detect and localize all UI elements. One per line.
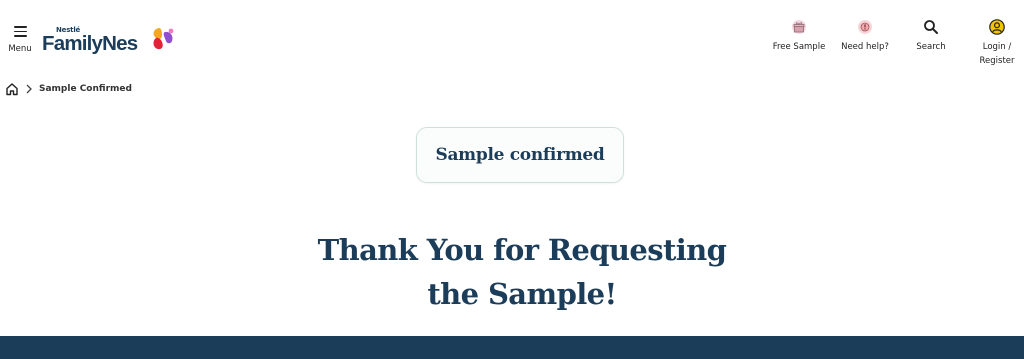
footer-band [0, 336, 1024, 359]
free-sample-link[interactable]: Free Sample [771, 18, 827, 54]
search-label: Search [916, 42, 946, 52]
breadcrumb: Sample Confirmed [5, 81, 132, 97]
help-icon [858, 20, 872, 34]
free-sample-label: Free Sample [772, 42, 826, 52]
thank-you-line2: the Sample! [427, 277, 617, 311]
site-header: Menu Nestlé FamilyNes Free Sample Need h… [0, 0, 1024, 75]
hamburger-icon [13, 26, 27, 37]
search-button[interactable]: Search [912, 18, 950, 54]
sample-confirmed-label: Sample confirmed [435, 145, 605, 165]
logo-familynes-text: FamilyNes [42, 32, 138, 55]
login-label-line2: Register [979, 56, 1015, 66]
chevron-right-icon [26, 84, 32, 94]
thank-you-line1: Thank You for Requesting [317, 233, 727, 267]
login-register-link[interactable]: Login / Register [975, 18, 1019, 68]
need-help-label: Need help? [841, 42, 889, 52]
logo-mark-icon [153, 28, 174, 50]
login-label-line1: Login / [982, 42, 1012, 52]
user-icon [989, 19, 1005, 35]
breadcrumb-current: Sample Confirmed [39, 84, 132, 94]
thank-you-heading: Thank You for Requesting the Sample! [262, 228, 782, 316]
menu-button[interactable]: Menu [6, 26, 34, 54]
sample-confirmed-badge: Sample confirmed [416, 127, 624, 183]
gift-box-icon [792, 20, 806, 34]
need-help-link[interactable]: Need help? [840, 18, 890, 54]
familynes-logo[interactable]: Nestlé FamilyNes [42, 22, 182, 58]
login-label: Login / Register [975, 40, 1019, 68]
home-icon[interactable] [5, 82, 19, 96]
menu-label: Menu [8, 44, 32, 54]
search-icon [924, 20, 938, 34]
